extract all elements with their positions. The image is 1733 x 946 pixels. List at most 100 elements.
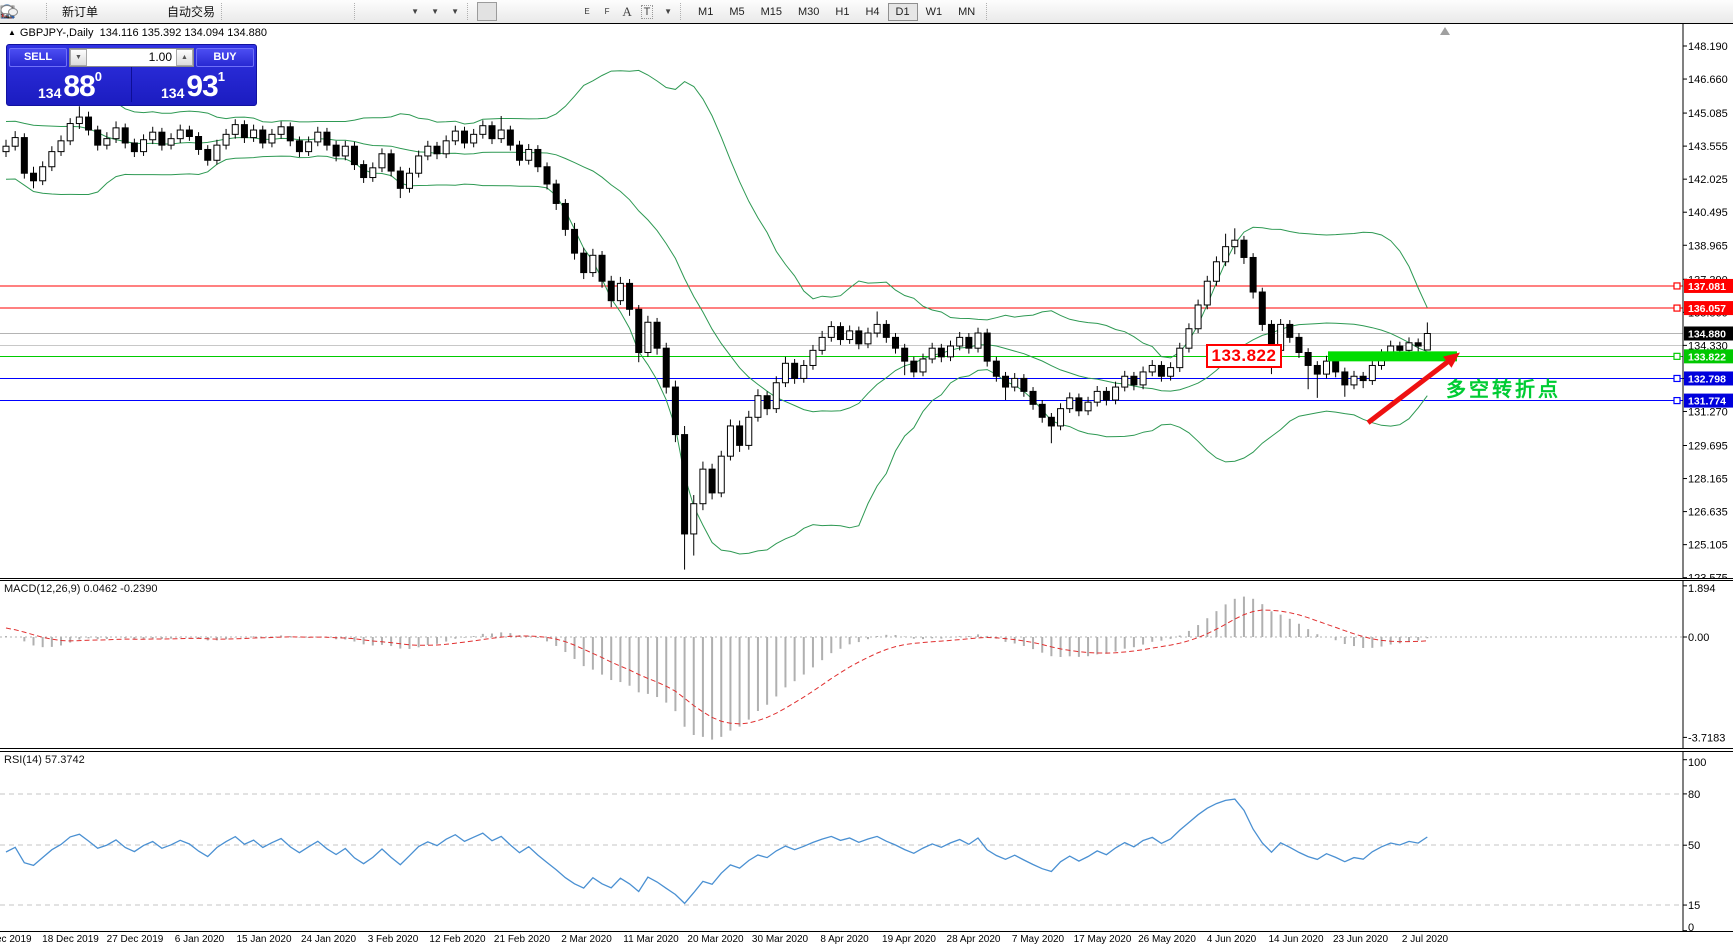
rsi-indicator-label: RSI(14) 57.3742 xyxy=(4,754,85,766)
bar-chart-icon[interactable] xyxy=(231,2,251,21)
arrows-tool[interactable]: ▼ xyxy=(657,2,677,21)
date-tick-label: 2 Jul 2020 xyxy=(1402,934,1448,945)
svg-text:131.270: 131.270 xyxy=(1688,406,1728,418)
label-tool-glyph: T xyxy=(641,5,654,19)
volume-up-button[interactable]: ▲ xyxy=(176,49,193,66)
tf-h4[interactable]: H4 xyxy=(857,3,887,21)
main-toolbar: 新订单 自动交易 ▼ ▼ xyxy=(0,0,1733,23)
signals-icon[interactable] xyxy=(141,2,161,21)
tf-m1[interactable]: M1 xyxy=(690,3,721,21)
svg-text:80: 80 xyxy=(1688,789,1700,801)
text-label-tool[interactable]: T xyxy=(637,2,657,21)
svg-text:15: 15 xyxy=(1688,900,1700,912)
new-order-label: 新订单 xyxy=(62,3,98,20)
symbol-marker-icon: ▲ xyxy=(8,28,16,37)
macd-indicator-label: MACD(12,26,9) 0.0462 -0.2390 xyxy=(4,583,158,595)
cursor-tool[interactable] xyxy=(477,2,497,21)
svg-text:0.00: 0.00 xyxy=(1688,632,1709,644)
date-tick-label: 8 Apr 2020 xyxy=(820,934,868,945)
toolbar-separator xyxy=(467,3,473,20)
timeframe-toolbar: M1M5M15M30H1H4D1W1MN xyxy=(690,3,983,21)
svg-text:133.822: 133.822 xyxy=(1688,351,1726,363)
templates-icon[interactable]: ▼ xyxy=(444,2,464,21)
trendline-tool[interactable] xyxy=(557,2,577,21)
date-axis[interactable]: 2 Dec 201918 Dec 201927 Dec 20196 Jan 20… xyxy=(0,932,1733,946)
svg-text:1.894: 1.894 xyxy=(1688,583,1716,595)
svg-text:100: 100 xyxy=(1688,757,1706,769)
buy-price-prefix: 134 xyxy=(161,86,184,102)
channel-tool[interactable]: E xyxy=(577,2,597,21)
search-icon[interactable] xyxy=(1687,2,1707,21)
date-tick-label: 15 Jan 2020 xyxy=(236,934,291,945)
toolbar-separator xyxy=(354,3,360,20)
panel-separator[interactable] xyxy=(0,580,1733,581)
autotrading-button[interactable]: 自动交易 xyxy=(161,2,218,21)
chart-shift-icon[interactable] xyxy=(384,2,404,21)
svg-text:126.635: 126.635 xyxy=(1688,507,1728,519)
sell-button[interactable]: SELL xyxy=(9,48,67,67)
candlestick-icon[interactable] xyxy=(251,2,271,21)
chat-icon[interactable] xyxy=(1707,2,1727,21)
date-tick-label: 2 Dec 2019 xyxy=(0,934,32,945)
text-tool[interactable]: A xyxy=(617,2,637,21)
horizontal-line-tool[interactable] xyxy=(537,2,557,21)
dropdown-arrow-icon: ▼ xyxy=(411,7,419,16)
macd-values: 0.0462 -0.2390 xyxy=(83,583,157,595)
symbol-name: GBPJPY-,Daily xyxy=(20,27,94,39)
zoom-in-icon[interactable] xyxy=(291,2,311,21)
toolbar-separator xyxy=(46,3,52,20)
buy-button[interactable]: BUY xyxy=(196,48,254,67)
volume-value[interactable]: 1.00 xyxy=(87,50,176,64)
svg-text:142.025: 142.025 xyxy=(1688,174,1728,186)
tf-d1[interactable]: D1 xyxy=(888,3,918,21)
tf-m30[interactable]: M30 xyxy=(790,3,827,21)
sell-price[interactable]: 134 88 0 xyxy=(11,72,129,102)
rsi-name: RSI(14) xyxy=(4,754,42,766)
rsi-panel[interactable]: 1008050150 xyxy=(0,752,1733,931)
chart-frame-top xyxy=(0,23,1733,24)
svg-text:138.965: 138.965 xyxy=(1688,240,1728,252)
channel-tag: E xyxy=(584,7,589,16)
date-tick-label: 28 Apr 2020 xyxy=(947,934,1001,945)
panel-separator[interactable] xyxy=(0,748,1733,749)
pivot-annotation-text[interactable]: 多空转折点 xyxy=(1446,373,1561,402)
crosshair-tool[interactable] xyxy=(497,2,517,21)
tile-windows-icon[interactable] xyxy=(331,2,351,21)
dropdown-arrow-icon: ▼ xyxy=(431,7,439,16)
panel-separator[interactable] xyxy=(0,578,1733,579)
svg-text:137.081: 137.081 xyxy=(1688,281,1726,293)
macd-panel[interactable]: 1.8940.00-3.7183 xyxy=(0,581,1733,748)
rsi-value: 57.3742 xyxy=(45,754,85,766)
svg-text:145.085: 145.085 xyxy=(1688,108,1728,120)
broom-icon[interactable] xyxy=(101,2,121,21)
svg-text:132.798: 132.798 xyxy=(1688,373,1726,385)
buy-price-sup: 1 xyxy=(218,70,225,83)
date-tick-label: 20 Mar 2020 xyxy=(687,934,743,945)
buy-price[interactable]: 134 93 1 xyxy=(134,72,252,102)
panel-separator[interactable] xyxy=(0,751,1733,752)
price-annotation-box[interactable]: 133.822 xyxy=(1206,344,1282,368)
indicators-icon[interactable]: ▼ xyxy=(404,2,424,21)
svg-text:129.695: 129.695 xyxy=(1688,440,1728,452)
price-chart[interactable]: 148.190146.660145.085143.555142.025140.4… xyxy=(0,24,1733,578)
dropdown-arrow-icon: ▼ xyxy=(451,7,459,16)
preview-icon[interactable] xyxy=(23,2,43,21)
tf-m5[interactable]: M5 xyxy=(721,3,752,21)
timeframes-clock-icon[interactable]: ▼ xyxy=(424,2,444,21)
tf-w1[interactable]: W1 xyxy=(918,3,951,21)
date-tick-label: 3 Feb 2020 xyxy=(368,934,419,945)
navigator-icon[interactable] xyxy=(121,2,141,21)
svg-text:50: 50 xyxy=(1688,840,1700,852)
title-ohlc-values: 134.116 135.392 134.094 134.880 xyxy=(100,27,267,39)
vertical-line-tool[interactable] xyxy=(517,2,537,21)
fibonacci-tool[interactable]: F xyxy=(597,2,617,21)
new-order-button[interactable]: 新订单 xyxy=(56,2,101,21)
line-chart-icon[interactable] xyxy=(271,2,291,21)
zoom-out-icon[interactable] xyxy=(311,2,331,21)
volume-down-button[interactable]: ▼ xyxy=(70,49,87,66)
svg-text:125.105: 125.105 xyxy=(1688,540,1728,552)
tf-mn[interactable]: MN xyxy=(950,3,983,21)
tf-m15[interactable]: M15 xyxy=(753,3,790,21)
tf-h1[interactable]: H1 xyxy=(827,3,857,21)
auto-scroll-icon[interactable] xyxy=(364,2,384,21)
